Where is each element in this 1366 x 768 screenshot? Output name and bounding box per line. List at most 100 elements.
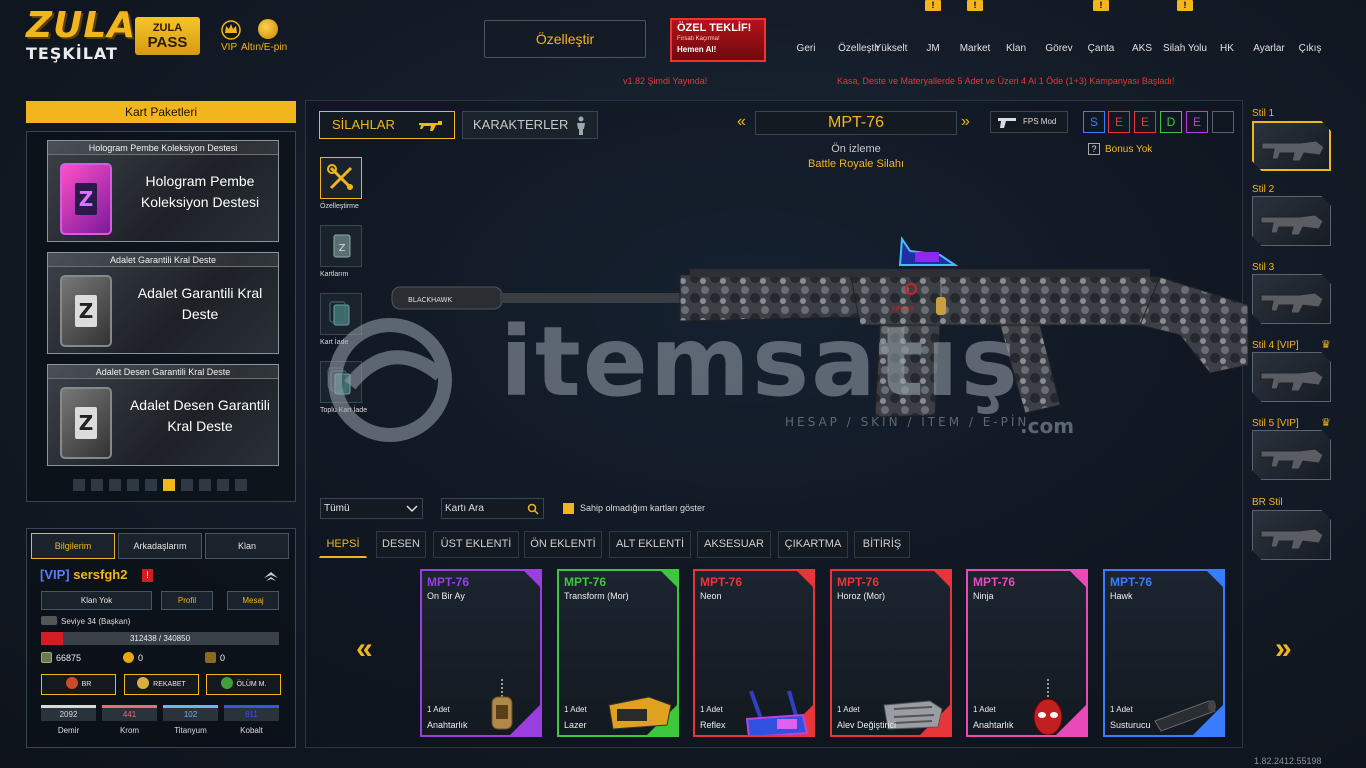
set-bonus-slot[interactable]: E [1108, 111, 1130, 133]
pager-dot[interactable] [73, 479, 85, 491]
style-slot[interactable] [1252, 196, 1331, 246]
set-bonus-slot[interactable]: S [1083, 111, 1105, 133]
set-bonus-slot[interactable] [1212, 111, 1234, 133]
card-pack-item[interactable]: Adalet Garantili Kral Deste Z Adalet Garan… [47, 252, 279, 354]
category-tab[interactable]: ALT EKLENTİ [609, 531, 691, 558]
next-weapon-arrow[interactable]: » [961, 113, 970, 131]
set-bonus-slot[interactable]: D [1160, 111, 1182, 133]
customize-button[interactable]: Özelleştir [484, 20, 646, 58]
card-pack-name: Hologram Pembe Koleksiyon Destesi [140, 173, 260, 210]
pager-dot[interactable] [163, 479, 175, 491]
nav-geri[interactable]: Geri [794, 18, 818, 58]
item-quantity: 1 Adet [837, 705, 860, 714]
vip-crown-icon[interactable] [220, 18, 242, 40]
pager-dot[interactable] [91, 479, 103, 491]
pager-dot[interactable] [217, 479, 229, 491]
item-card[interactable]: MPT-76 Hawk 1 Adet Susturucu [1103, 569, 1225, 737]
nav-market[interactable]: ! Market [956, 0, 994, 58]
card-search-input[interactable]: Kartı Ara [441, 498, 544, 519]
rarity-corner [797, 571, 813, 587]
card-pack-item[interactable]: Adalet Desen Garantili Kral Deste Z Adalet… [47, 364, 279, 466]
tab-clan[interactable]: Klan [205, 533, 289, 559]
special-offer-button[interactable]: ÖZEL TEKLİF! Fırsatı Kaçırma! Hemen Al! [670, 18, 766, 62]
show-unowned-checkbox[interactable] [563, 503, 574, 514]
material-label: Krom [119, 726, 140, 735]
nav-silah-yolu[interactable]: ! Silah Yolu [1160, 0, 1210, 58]
tool-my-cards-box[interactable]: Z [320, 225, 362, 267]
category-tab[interactable]: ÖN EKLENTİ [524, 531, 602, 558]
pager-dot[interactable] [145, 479, 157, 491]
pager-dot[interactable] [127, 479, 139, 491]
pass-line1: ZULA [152, 22, 183, 34]
nav-klan[interactable]: Klan [1001, 18, 1031, 58]
watermark-text: itemsatış [500, 306, 1020, 418]
tab-friends[interactable]: Arkadaşlarım [118, 533, 202, 559]
item-quantity: 1 Adet [564, 705, 587, 714]
tools-icon [327, 164, 353, 190]
item-card[interactable]: MPT-76 Horoz (Mor) 1 Adet Alev Değiştirici [830, 569, 952, 737]
prev-weapon-arrow[interactable]: « [737, 113, 746, 131]
tool-customize-box[interactable] [320, 157, 362, 199]
br-mode-button[interactable]: BR [41, 674, 116, 695]
card-pack-title: Adalet Garantili Kral Deste [48, 253, 278, 267]
nav-aks[interactable]: AKS [1128, 18, 1156, 58]
fps-mode-button[interactable]: FPS Mod [990, 111, 1068, 133]
nav-görev[interactable]: Görev [1042, 18, 1076, 58]
style-slot[interactable] [1252, 352, 1331, 402]
nav-ayarlar[interactable]: Ayarlar [1250, 18, 1288, 58]
tab-weapons[interactable]: SİLAHLAR [319, 111, 455, 139]
style-slot[interactable] [1252, 510, 1331, 560]
gold-coin-icon[interactable] [258, 19, 278, 39]
filter-all-select[interactable]: Tümü [320, 498, 423, 519]
profile-button[interactable]: Profil [161, 591, 213, 610]
tool-my-cards[interactable]: Z Kartlarım [320, 225, 362, 278]
pager-dot[interactable] [235, 479, 247, 491]
zula-pass-button[interactable]: ZULA PASS [135, 17, 200, 55]
category-tab[interactable]: AKSESUAR [697, 531, 771, 558]
category-tab[interactable]: DESEN [376, 531, 426, 558]
card-packs-panel: Hologram Pembe Koleksiyon Destesi Z Hologr… [26, 131, 296, 502]
category-tab[interactable]: ÇIKARTMA [778, 531, 848, 558]
card-pack-item[interactable]: Hologram Pembe Koleksiyon Destesi Z Hologr… [47, 140, 279, 242]
br-icon [65, 677, 78, 689]
set-bonus-slot[interactable]: E [1186, 111, 1208, 133]
set-bonus-slot[interactable]: E [1134, 111, 1156, 133]
z-logo-icon: Z [75, 407, 97, 439]
style-slot[interactable] [1252, 274, 1331, 324]
alert-badge[interactable]: ! [142, 569, 153, 582]
tab-characters[interactable]: KARAKTERLER [462, 111, 598, 139]
nav-çanta[interactable]: ! Çanta [1084, 0, 1118, 58]
deathmatch-mode-button[interactable]: ÖLÜM M. [206, 674, 281, 695]
help-icon[interactable]: ? [1088, 143, 1100, 155]
item-card[interactable]: MPT-76 Neon 1 Adet Reflex [693, 569, 815, 737]
tool-customize[interactable]: Özelleştirme [320, 157, 362, 210]
item-card[interactable]: MPT-76 Transform (Mor) 1 Adet Lazer [557, 569, 679, 737]
pager-dot[interactable] [109, 479, 121, 491]
pass-line2: PASS [147, 34, 188, 51]
category-tab[interactable]: BİTİRİŞ [854, 531, 910, 558]
category-tab[interactable]: HEPSİ [319, 531, 367, 558]
pack-pager [73, 479, 253, 491]
no-clan-button[interactable]: Klan Yok [41, 591, 152, 610]
campaign-ticker[interactable]: Kasa, Deste ve Materyallerde 5 Adet ve Ü… [837, 76, 1174, 86]
pager-dot[interactable] [199, 479, 211, 491]
username[interactable]: [VIP] sersfgh2 [40, 567, 127, 582]
style-slot[interactable] [1252, 121, 1331, 171]
nav-çıkış[interactable]: Çıkış [1294, 18, 1326, 58]
competitive-mode-button[interactable]: REKABET [124, 674, 199, 695]
style-slot[interactable] [1252, 430, 1331, 480]
items-next-arrow[interactable]: » [1275, 632, 1292, 666]
item-card[interactable]: MPT-76 On Bir Ay 1 Adet Anahtarlık [420, 569, 542, 737]
message-button[interactable]: Mesaj [227, 591, 279, 610]
cart-icon [964, 18, 986, 40]
nav-hk[interactable]: HK [1211, 18, 1243, 58]
item-card[interactable]: MPT-76 Ninja 1 Adet Anahtarlık [966, 569, 1088, 737]
category-tab[interactable]: ÜST EKLENTİ [433, 531, 519, 558]
nav-yükselt[interactable]: Yükselt [873, 18, 909, 58]
pager-dot[interactable] [181, 479, 193, 491]
tab-my-info[interactable]: Bilgilerim [31, 533, 115, 559]
version-ticker[interactable]: v1.82 Şimdi Yayında! [623, 76, 707, 86]
nav-jm[interactable]: ! JM [917, 0, 949, 58]
items-prev-arrow[interactable]: « [356, 632, 373, 666]
item-quantity: 1 Adet [1110, 705, 1133, 714]
